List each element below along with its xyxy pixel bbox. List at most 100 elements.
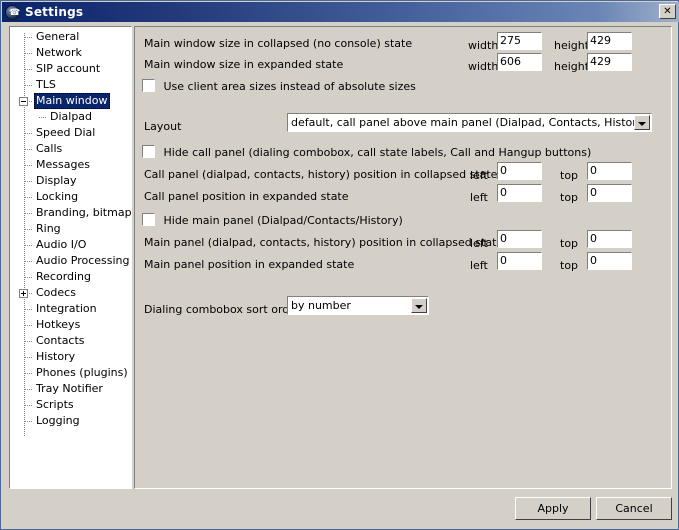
sidebar-item-label: History [36, 350, 76, 363]
cancel-button[interactable]: Cancel [596, 497, 672, 520]
hide-call-panel-checkbox[interactable] [142, 145, 155, 158]
sidebar-item-locking[interactable]: Locking [10, 189, 131, 205]
call-panel-expanded-top-input[interactable]: 0 [587, 184, 632, 202]
sidebar-item-logging[interactable]: Logging [10, 413, 131, 429]
sort-order-combobox-value: by number [291, 299, 351, 312]
sidebar-item-calls[interactable]: Calls [10, 141, 131, 157]
collapsed-width-input[interactable]: 275 [497, 32, 542, 50]
collapsed-width-label: width [468, 39, 499, 52]
sidebar-item-label: Contacts [36, 334, 85, 347]
sidebar-item-display[interactable]: Display [10, 173, 131, 189]
expander-horizontal-bar [21, 101, 26, 102]
call-panel-collapsed-top-input[interactable]: 0 [587, 162, 632, 180]
sidebar-item-label: Logging [36, 414, 80, 427]
sidebar-item-tls[interactable]: TLS [10, 77, 131, 93]
collapsed-height-label: height [554, 39, 590, 52]
use-client-area-checkbox[interactable] [142, 79, 155, 92]
tree-connector-line [25, 181, 33, 182]
sidebar-item-label: Hotkeys [36, 318, 81, 331]
sidebar-item-label: Branding, bitmaps [36, 206, 132, 219]
sidebar-item-phones-plugins[interactable]: Phones (plugins) [10, 365, 131, 381]
tree-connector-line [25, 389, 33, 390]
sidebar-item-label: General [36, 30, 80, 43]
call-panel-collapsed-left-input[interactable]: 0 [497, 162, 542, 180]
expanded-width-input[interactable]: 606 [497, 53, 542, 71]
sidebar-item-audio-i-o[interactable]: Audio I/O [10, 237, 131, 253]
expanded-width-label: width [468, 60, 499, 73]
call-panel-collapsed-top-label: top [560, 169, 579, 182]
sidebar-item-label: SIP account [36, 62, 101, 75]
tree-connector-line [25, 261, 33, 262]
sidebar-item-speed-dial[interactable]: Speed Dial [10, 125, 131, 141]
sidebar-item-tray-notifier[interactable]: Tray Notifier [10, 381, 131, 397]
layout-combobox-value: default, call panel above main panel (Di… [291, 116, 648, 129]
hide-main-panel-checkbox-row[interactable]: Hide main panel (Dialpad/Contacts/Histor… [142, 213, 403, 227]
main-panel-expanded-label: Main panel position in expanded state [144, 258, 355, 271]
hide-main-panel-checkbox[interactable] [142, 213, 155, 226]
tree-connector-line [25, 53, 33, 54]
sidebar-item-messages[interactable]: Messages [10, 157, 131, 173]
settings-tree[interactable]: General Network SIP account TLS Main window D… [9, 26, 132, 489]
tree-connector-line [25, 309, 33, 310]
hide-call-panel-checkbox-row[interactable]: Hide call panel (dialing combobox, call … [142, 145, 591, 159]
hide-main-panel-label: Hide main panel (Dialpad/Contacts/Histor… [163, 214, 403, 227]
close-icon: ✕ [663, 6, 672, 17]
main-panel-expanded-left-input[interactable]: 0 [497, 252, 542, 270]
main-panel-collapsed-left-input[interactable]: 0 [497, 230, 542, 248]
expanded-height-input[interactable]: 429 [587, 53, 632, 71]
apply-button[interactable]: Apply [515, 497, 591, 520]
collapsed-size-label: Main window size in collapsed (no consol… [144, 37, 413, 50]
tree-connector-line [25, 197, 33, 198]
close-button[interactable]: ✕ [659, 4, 676, 19]
use-client-area-checkbox-row[interactable]: Use client area sizes instead of absolut… [142, 79, 416, 93]
call-panel-expanded-left-input[interactable]: 0 [497, 184, 542, 202]
collapsed-height-input[interactable]: 429 [587, 32, 632, 50]
layout-combobox-button[interactable] [634, 115, 650, 130]
sort-order-combobox[interactable]: by number [287, 296, 429, 315]
sidebar-item-recording[interactable]: Recording [10, 269, 131, 285]
sidebar-item-contacts[interactable]: Contacts [10, 333, 131, 349]
sidebar-item-label: Audio Processing [36, 254, 130, 267]
main-panel-collapsed-top-input[interactable]: 0 [587, 230, 632, 248]
sidebar-item-dialpad[interactable]: Dialpad [10, 109, 131, 125]
sidebar-item-general[interactable]: General [10, 29, 131, 45]
sidebar-item-codecs[interactable]: Codecs [10, 285, 131, 301]
sidebar-item-audio-processing[interactable]: Audio Processing [10, 253, 131, 269]
sidebar-item-label: Tray Notifier [36, 382, 103, 395]
sidebar-item-label: Main window [34, 93, 110, 109]
sidebar-item-integration[interactable]: Integration [10, 301, 131, 317]
sort-order-combobox-button[interactable] [411, 298, 427, 313]
use-client-area-label: Use client area sizes instead of absolut… [163, 80, 416, 93]
sidebar-item-history[interactable]: History [10, 349, 131, 365]
sidebar-item-scripts[interactable]: Scripts [10, 397, 131, 413]
sidebar-item-ring[interactable]: Ring [10, 221, 131, 237]
sidebar-item-label: Speed Dial [36, 126, 96, 139]
sidebar-item-label: Scripts [36, 398, 74, 411]
sidebar-item-sip-account[interactable]: SIP account [10, 61, 131, 77]
sidebar-item-branding-bitmaps[interactable]: Branding, bitmaps [10, 205, 131, 221]
tree-connector-line [25, 229, 33, 230]
tree-connector-line [25, 405, 33, 406]
sidebar-item-label: Codecs [36, 286, 76, 299]
sidebar-item-label: Network [36, 46, 82, 59]
tree-collapse-icon[interactable] [19, 97, 28, 106]
tree-connector-line [25, 213, 33, 214]
phone-icon: ☎ [5, 4, 20, 20]
expanded-height-label: height [554, 60, 590, 73]
sidebar-item-main-window[interactable]: Main window [10, 93, 131, 109]
sidebar-item-network[interactable]: Network [10, 45, 131, 61]
main-panel-expanded-top-input[interactable]: 0 [587, 252, 632, 270]
tree-connector-line [25, 421, 33, 422]
main-panel-collapsed-top-label: top [560, 237, 579, 250]
chevron-down-icon [415, 305, 423, 309]
layout-combobox[interactable]: default, call panel above main panel (Di… [287, 113, 652, 132]
sidebar-item-label: Audio I/O [36, 238, 87, 251]
tree-expand-icon[interactable] [19, 289, 28, 298]
sidebar-item-label: TLS [36, 78, 56, 91]
call-panel-collapsed-label: Call panel (dialpad, contacts, history) … [144, 168, 498, 181]
call-panel-expanded-left-label: left [470, 191, 488, 204]
call-panel-expanded-label: Call panel position in expanded state [144, 190, 349, 203]
sidebar-item-label: Recording [36, 270, 92, 283]
tree-connector-line [25, 325, 33, 326]
sidebar-item-hotkeys[interactable]: Hotkeys [10, 317, 131, 333]
